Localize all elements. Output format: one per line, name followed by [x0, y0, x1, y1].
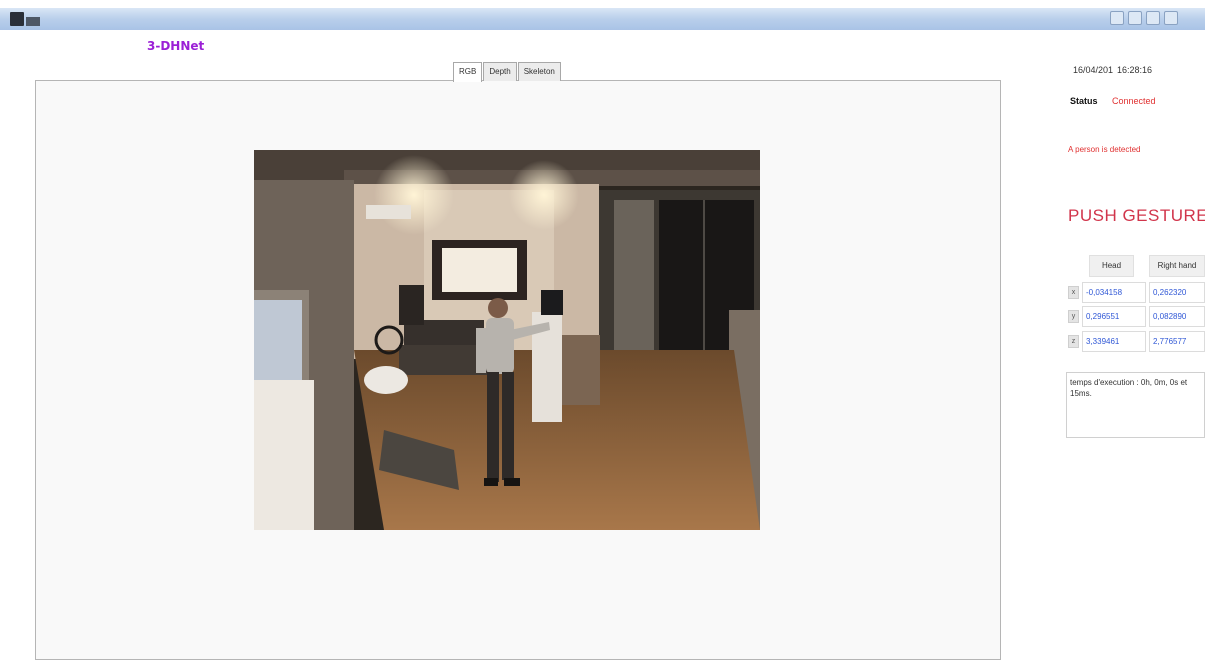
gesture-label: PUSH GESTURE	[1068, 206, 1205, 225]
column-header-right-hand: Right hand	[1149, 255, 1205, 277]
execution-time-box: temps d'execution : 0h, 0m, 0s et 15ms.	[1066, 372, 1205, 438]
tab-rgb[interactable]: RGB	[453, 62, 483, 82]
status-value: Connected	[1112, 96, 1156, 106]
window-title-bar[interactable]	[0, 8, 1205, 30]
time-display: 16:28:16	[1117, 65, 1153, 75]
table-cell-head-y: 0,296551	[1082, 306, 1146, 327]
tab-skeleton[interactable]: Skeleton	[517, 62, 561, 81]
window-title	[54, 13, 204, 23]
table-cell-right-hand-y: 0,082890	[1149, 306, 1205, 327]
status-label: Status	[1070, 96, 1098, 106]
row-label-y: y	[1068, 310, 1079, 323]
side-panel: 16/04/201 16:28:16 Status Connected A pe…	[1062, 0, 1205, 640]
detection-message: A person is detected	[1068, 145, 1141, 154]
camera-frame-image	[254, 150, 760, 530]
app-logo: 3-DHNet	[147, 39, 205, 53]
table-cell-head-x: -0,034158	[1082, 282, 1146, 303]
table-cell-right-hand-x: 0,262320	[1149, 282, 1205, 303]
view-tabs: RGB Depth Skeleton	[453, 62, 562, 82]
row-label-z: z	[1068, 335, 1079, 348]
row-label-x: x	[1068, 286, 1079, 299]
column-header-head: Head	[1089, 255, 1134, 277]
date-display: 16/04/201	[1073, 65, 1114, 75]
kinect-app-icon	[10, 12, 50, 26]
tab-depth[interactable]: Depth	[483, 62, 517, 81]
table-cell-head-z: 3,339461	[1082, 331, 1146, 352]
table-cell-right-hand-z: 2,776577	[1149, 331, 1205, 352]
rgb-camera-view	[254, 150, 760, 530]
